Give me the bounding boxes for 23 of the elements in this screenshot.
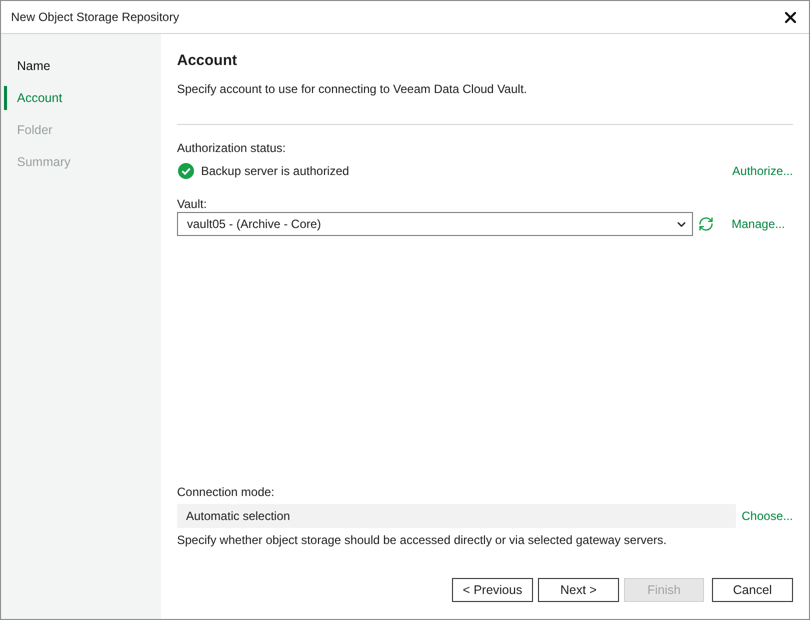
page-title: Account [177,51,238,71]
page-description: Specify account to use for connecting to Veeam Data Cloud Vault. [177,81,528,97]
authorize-link[interactable]: Authorize... [732,162,793,180]
wizard-button[interactable]: < Previous [452,578,533,602]
manage-link[interactable]: Manage... [732,215,785,233]
choose-link[interactable]: Choose... [742,507,793,525]
wizard-button[interactable]: Cancel [712,578,793,602]
connection-mode-label: Connection mode: [177,484,276,500]
vault-value: vault05 - (Archive - Core) [187,216,322,233]
connection-mode-hint: Specify whether object storage should be accessed directly or via selected gateway servers. [177,532,668,548]
vault-label: Vault: [177,196,208,212]
refresh-button[interactable] [698,216,714,232]
close-button[interactable] [783,10,797,24]
refresh-icon [698,216,714,232]
close-icon [784,12,796,22]
connection-mode-value: Automatic selection [186,508,290,525]
authorization-label: Authorization status: [177,140,287,156]
window-title: New Object Storage Repository [11,9,180,26]
wizard-step[interactable]: Account [4,86,161,110]
wizard-button[interactable]: Next > [538,578,619,602]
authorization-status: Backup server is authorized [201,163,350,180]
vault-dropdown[interactable]: vault05 - (Archive - Core) [177,212,693,236]
wizard-step[interactable]: Name [4,54,161,78]
